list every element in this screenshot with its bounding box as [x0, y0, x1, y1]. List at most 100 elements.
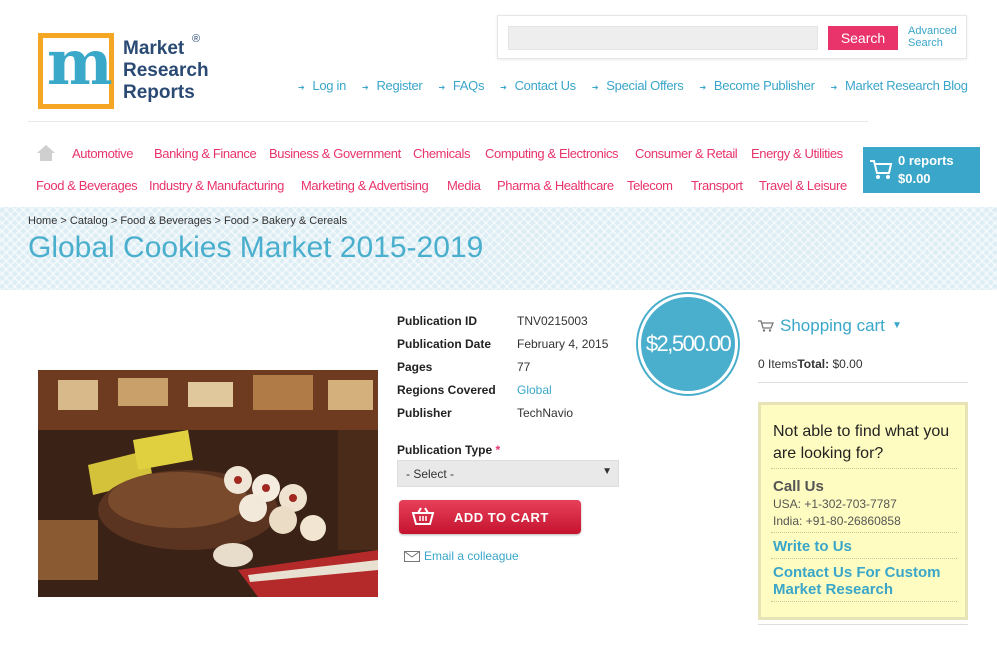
breadcrumb[interactable]: Home > Catalog > Food & Beverages > Food… [28, 215, 347, 227]
site-logo[interactable]: m Market Research Reports ® [38, 26, 218, 113]
divider [771, 468, 957, 469]
nav-energy-utilities[interactable]: Energy & Utilities [751, 146, 843, 161]
logo-mark: m [38, 26, 114, 109]
nav-marketing-advertising[interactable]: Marketing & Advertising [301, 178, 429, 193]
sidebar-divider [758, 382, 968, 383]
envelope-icon [404, 551, 420, 562]
page-title: Global Cookies Market 2015-2019 [28, 231, 484, 264]
phone-india: India: +91-80-26860858 [773, 514, 901, 528]
sidebar-bottom-divider [758, 624, 968, 625]
toplink-blog[interactable]: ➔ Market Research Blog [831, 78, 968, 93]
product-image [38, 370, 378, 597]
toplink-contact[interactable]: ➔ Contact Us [500, 78, 576, 93]
publication-type-select[interactable]: - Select - ▼ [397, 460, 619, 487]
logo-letter: m [47, 26, 113, 99]
advanced-search-line-1: Advanced [908, 25, 957, 37]
toplink-label: Become Publisher [713, 78, 815, 93]
toplink-label: Contact Us [514, 78, 577, 93]
price-badge: $2,500.00 [638, 294, 738, 394]
advanced-search-link[interactable]: Advanced Search [908, 25, 968, 49]
chevron-down-icon[interactable]: ▼ [892, 320, 902, 331]
header-cart[interactable]: 0 reports $0.00 [863, 147, 980, 193]
toplink-special-offers[interactable]: ➔ Special Offers [592, 78, 684, 93]
cart-total: $0.00 [898, 171, 931, 186]
cart-icon [870, 160, 893, 179]
custom-research-link[interactable]: Contact Us For Custom Market Research [773, 564, 953, 598]
info-value: 77 [517, 360, 531, 374]
title-banner: Home > Catalog > Food & Beverages > Food… [0, 207, 997, 290]
arrow-icon: ➔ [699, 83, 707, 92]
divider [771, 532, 957, 533]
add-to-cart-button[interactable]: ADD TO CART [399, 500, 581, 534]
info-label: Pages [397, 360, 433, 374]
nav-chemicals[interactable]: Chemicals [413, 146, 470, 161]
nav-travel-leisure[interactable]: Travel & Leisure [759, 178, 847, 193]
info-value: TechNavio [517, 406, 574, 420]
cart-summary: 0 reports $0.00 [898, 152, 954, 188]
help-box: Not able to find what you are looking fo… [758, 402, 968, 620]
logo-wordmark: Market Research Reports [123, 38, 209, 104]
arrow-icon: ➔ [298, 83, 305, 92]
toplink-label: Market Research Blog [845, 78, 968, 93]
region-link[interactable]: Global [517, 383, 657, 397]
arrow-icon: ➔ [830, 83, 838, 92]
dropdown-arrow-icon: ▼ [602, 466, 612, 477]
cart-total-value: $0.00 [832, 357, 863, 371]
home-icon[interactable] [37, 145, 55, 161]
write-to-us-link[interactable]: Write to Us [773, 538, 852, 555]
info-value: TNV0215003 [517, 314, 588, 328]
email-colleague-label: Email a colleague [424, 549, 519, 563]
add-to-cart-label: ADD TO CART [454, 510, 549, 525]
toplink-login[interactable]: ➔ Log in [298, 78, 346, 93]
toplink-become-publisher[interactable]: ➔ Become Publisher [700, 78, 815, 93]
cart-total-label: Total: [797, 357, 830, 371]
publication-type-text: Publication Type [397, 443, 493, 457]
arrow-icon: ➔ [500, 83, 507, 92]
help-title: Not able to find what you are looking fo… [773, 423, 950, 462]
nav-business-government[interactable]: Business & Government [269, 146, 401, 161]
toplink-faqs[interactable]: ➔ FAQs [438, 78, 484, 93]
nav-banking-finance[interactable]: Banking & Finance [154, 146, 257, 161]
toplink-register[interactable]: ➔ Register [362, 78, 423, 93]
toplink-label: Log in [312, 78, 347, 93]
nav-consumer-retail[interactable]: Consumer & Retail [635, 146, 738, 161]
divider [771, 601, 957, 602]
logo-line-3: Reports [123, 82, 195, 103]
phone-usa: USA: +1-302-703-7787 [773, 497, 897, 511]
search-input[interactable] [508, 26, 818, 50]
cart-items-summary: 0 ItemsTotal: $0.00 [758, 357, 863, 371]
cart-icon [758, 320, 774, 332]
arrow-icon: ➔ [438, 83, 445, 92]
arrow-icon: ➔ [362, 83, 369, 92]
required-mark: * [495, 443, 501, 457]
info-label: Publication Date [397, 337, 492, 351]
cart-report-count: 0 reports [898, 153, 954, 168]
nav-computing-electronics[interactable]: Computing & Electronics [485, 146, 619, 161]
nav-food-beverages[interactable]: Food & Beverages [36, 178, 138, 193]
registered-mark: ® [192, 33, 201, 45]
info-value: February 4, 2015 [517, 337, 609, 351]
advanced-search-line-2: Search [908, 37, 943, 49]
search-box: Search Advanced Search [497, 15, 967, 59]
nav-transport[interactable]: Transport [691, 178, 743, 193]
nav-automotive[interactable]: Automotive [72, 146, 133, 161]
top-links: ➔ Log in ➔ Register ➔ FAQs ➔ Contact Us ➔ Spe… [298, 78, 984, 93]
toplink-label: Register [376, 78, 423, 93]
divider [771, 558, 957, 559]
nav-pharma-healthcare[interactable]: Pharma & Healthcare [497, 178, 614, 193]
basket-icon [411, 507, 435, 525]
search-button[interactable]: Search [828, 26, 898, 50]
select-value: - Select - [406, 467, 455, 481]
call-us-heading: Call Us [773, 478, 824, 495]
shopping-cart-title: Shopping cart [780, 316, 885, 335]
nav-telecom[interactable]: Telecom [627, 178, 673, 193]
nav-media[interactable]: Media [447, 178, 481, 193]
logo-line-2: Research [123, 60, 209, 81]
publication-type-label: Publication Type * [397, 443, 500, 457]
toplink-label: FAQs [452, 78, 485, 93]
nav-industry-manufacturing[interactable]: Industry & Manufacturing [149, 178, 284, 193]
arrow-icon: ➔ [591, 83, 599, 92]
info-label: Regions Covered [397, 383, 496, 397]
cart-items-count: 0 Items [758, 357, 798, 371]
toplink-label: Special Offers [606, 78, 684, 93]
